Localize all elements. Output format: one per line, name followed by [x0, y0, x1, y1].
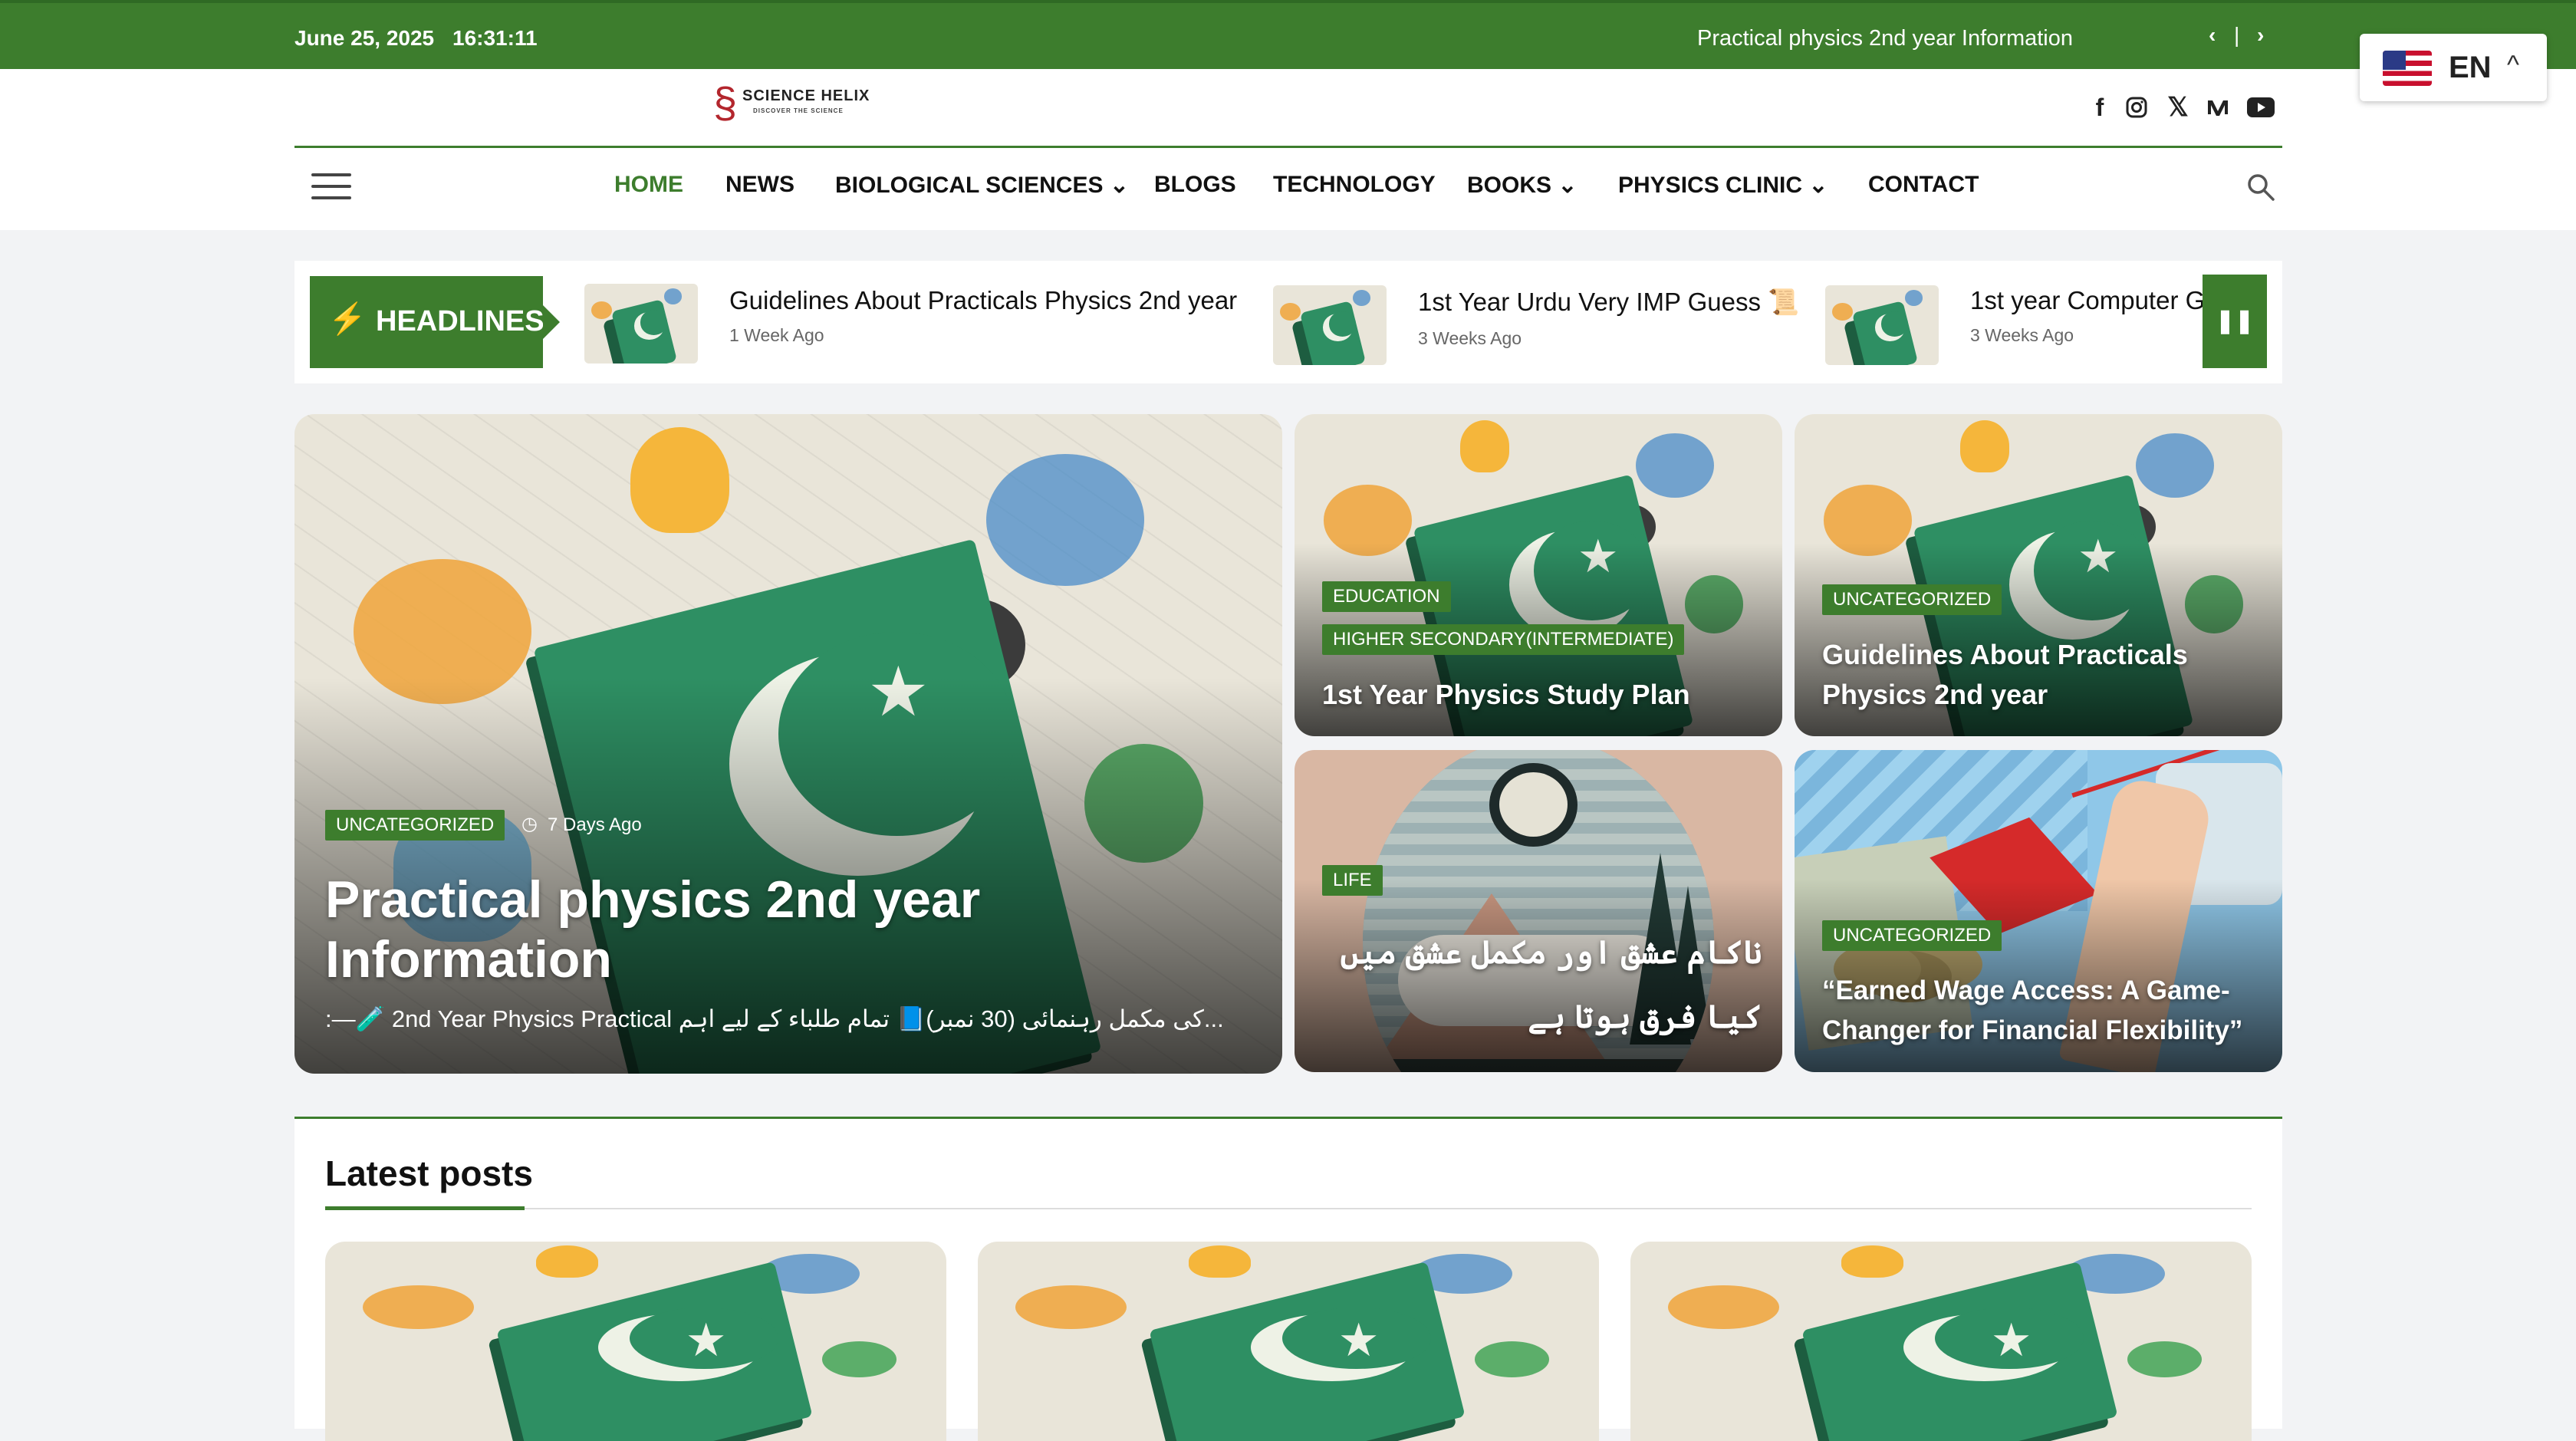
site-logo[interactable]: § SCIENCE HELIX DISCOVER THE SCIENCE	[713, 78, 874, 127]
nav-divider	[294, 146, 2282, 148]
menu-toggle-icon[interactable]	[311, 173, 351, 202]
featured-main-card[interactable]: ★ UNCATEGORIZED ◷ 7 Days Ago Practical p…	[294, 414, 1282, 1074]
featured-card[interactable]: LIFE ناکام عشق اور مکمل عشق میں کیا فرق …	[1295, 750, 1782, 1072]
ticker-pause-button[interactable]: |	[2234, 23, 2239, 48]
nav-label: BIOLOGICAL SCIENCES	[835, 173, 1104, 198]
clock-icon: ◷	[521, 814, 538, 834]
category-badge[interactable]: EDUCATION	[1322, 581, 1451, 612]
nav-contact[interactable]: CONTACT	[1868, 172, 1979, 198]
section-divider	[325, 1208, 2252, 1209]
headlines-track: Guidelines About Practicals Physics 2nd …	[537, 261, 2203, 383]
nav-news[interactable]: NEWS	[725, 172, 795, 198]
pause-icon[interactable]: ❚❚	[2203, 275, 2267, 368]
ticker-next-button[interactable]: ›	[2257, 23, 2264, 48]
headline-age: 3 Weeks Ago	[1970, 325, 2074, 345]
nav-books[interactable]: BOOKS ⌄	[1467, 172, 1578, 199]
featured-card[interactable]: ★ EDUCATION HIGHER SECONDARY(INTERMEDIAT…	[1295, 414, 1782, 736]
current-date: June 25, 2025	[294, 26, 435, 50]
chevron-down-icon: ⌄	[1109, 173, 1129, 198]
medium-icon[interactable]	[2203, 92, 2233, 123]
featured-card[interactable]: UNCATEGORIZED “Earned Wage Access: A Gam…	[1795, 750, 2282, 1072]
chevron-down-icon: ⌄	[1808, 173, 1828, 198]
latest-post-card[interactable]: ★	[978, 1242, 1599, 1441]
brand-tagline: DISCOVER THE SCIENCE	[753, 107, 844, 114]
card-title[interactable]: “Earned Wage Access: A Game-Changer for …	[1822, 971, 2252, 1051]
category-badge[interactable]: HIGHER SECONDARY(INTERMEDIATE)	[1322, 624, 1685, 655]
facebook-icon[interactable]: f	[2084, 92, 2115, 123]
headline-thumbnail	[1825, 285, 1939, 365]
headlines-label: HEADLINES	[376, 305, 544, 337]
chevron-up-icon: ^	[2507, 51, 2519, 80]
category-badge[interactable]: LIFE	[1322, 865, 1383, 896]
section-title: Latest posts	[325, 1153, 533, 1193]
chevron-down-icon: ⌄	[1558, 173, 1578, 198]
headline-title[interactable]: Guidelines About Practicals Physics 2nd …	[729, 286, 1237, 315]
nav-label: CONTACT	[1868, 172, 1979, 197]
headline-title[interactable]: 1st year Computer Gu	[1970, 286, 2203, 315]
card-title[interactable]: Guidelines About Practicals Physics 2nd …	[1822, 635, 2252, 715]
latest-posts-section: Latest posts ★ ★ ★	[294, 1117, 2282, 1441]
search-icon[interactable]	[2245, 172, 2276, 202]
headline-thumbnail	[584, 284, 698, 364]
top-bar: June 25, 2025 16:31:11 Practical physics…	[0, 0, 2576, 72]
latest-post-card[interactable]: ★	[1630, 1242, 2252, 1441]
featured-main-title[interactable]: Practical physics 2nd year Information	[325, 870, 1015, 989]
category-badge[interactable]: UNCATEGORIZED	[325, 810, 505, 841]
nav-label: HOME	[614, 172, 683, 197]
post-age: 7 Days Ago	[548, 814, 642, 835]
nav-label: BLOGS	[1154, 172, 1236, 197]
headline-title[interactable]: 1st Year Urdu Very IMP Guess 📜	[1418, 288, 1799, 317]
ticker-prev-button[interactable]: ‹	[2209, 23, 2216, 48]
headlines-badge: ⚡ HEADLINES	[310, 276, 560, 368]
headline-thumbnail	[1273, 285, 1387, 365]
nav-label: TECHNOLOGY	[1273, 172, 1436, 197]
headline-age: 1 Week Ago	[729, 325, 824, 345]
nav-biological-sciences[interactable]: BIOLOGICAL SCIENCES ⌄	[835, 172, 1129, 199]
x-icon[interactable]: 𝕏	[2163, 92, 2193, 123]
nav-label: NEWS	[725, 172, 795, 197]
category-badge[interactable]: UNCATEGORIZED	[1822, 920, 2002, 951]
nav-physics-clinic[interactable]: PHYSICS CLINIC ⌄	[1618, 172, 1828, 199]
featured-main-excerpt: :—🧪 2nd Year Physics Practical کی مکمل ر…	[325, 1005, 1224, 1032]
card-title[interactable]: ناکام عشق اور مکمل عشق میں کیا فرق ہوتا …	[1318, 920, 1762, 1049]
instagram-icon[interactable]	[2121, 92, 2152, 123]
current-time: 16:31:11	[452, 26, 538, 50]
section-underline	[325, 1206, 525, 1210]
dna-icon: §	[713, 78, 738, 127]
us-flag-icon	[2383, 51, 2432, 86]
language-code: EN	[2449, 51, 2492, 84]
card-title[interactable]: 1st Year Physics Study Plan	[1322, 676, 1759, 713]
nav-technology[interactable]: TECHNOLOGY	[1273, 172, 1436, 198]
featured-card[interactable]: ★ UNCATEGORIZED Guidelines About Practic…	[1795, 414, 2282, 736]
nav-label: BOOKS	[1467, 173, 1552, 198]
bolt-icon: ⚡	[328, 302, 367, 336]
youtube-icon[interactable]	[2245, 92, 2276, 123]
brand-name: SCIENCE HELIX	[742, 87, 870, 104]
category-badge[interactable]: UNCATEGORIZED	[1822, 584, 2002, 615]
headline-age: 3 Weeks Ago	[1418, 328, 1522, 348]
language-switcher[interactable]: EN ^	[2360, 34, 2547, 101]
nav-label: PHYSICS CLINIC	[1618, 173, 1803, 198]
nav-home[interactable]: HOME	[614, 172, 683, 198]
nav-blogs[interactable]: BLOGS	[1154, 172, 1236, 198]
latest-post-card[interactable]: ★	[325, 1242, 946, 1441]
ticker-headline[interactable]: Practical physics 2nd year Information	[1697, 26, 2073, 51]
